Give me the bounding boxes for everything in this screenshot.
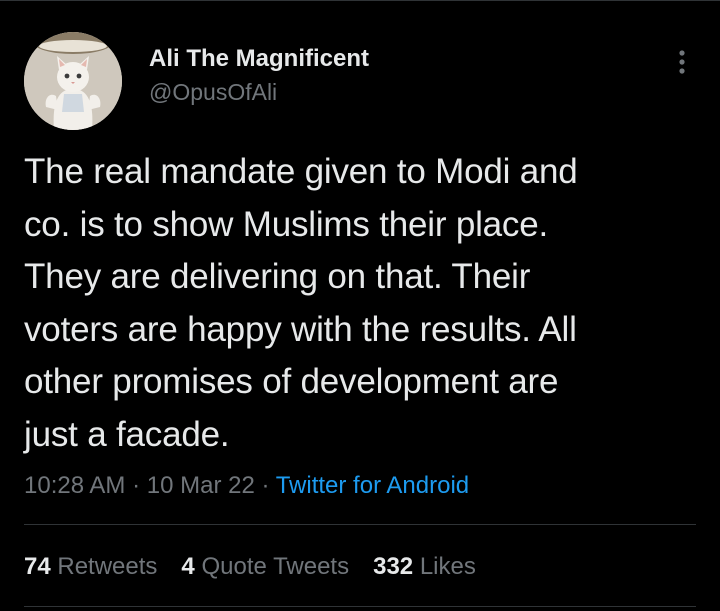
tweet-text-line: other promises of development are [24, 362, 559, 401]
quote-tweets-label: Quote Tweets [201, 553, 350, 580]
author-handle[interactable]: @OpusOfAli [149, 77, 369, 107]
more-dots-icon [679, 50, 685, 74]
retweets-stat[interactable]: 74 Retweets [24, 551, 157, 583]
likes-label: Likes [419, 553, 476, 580]
more-options-button[interactable] [664, 44, 700, 80]
meta-divider [24, 524, 696, 525]
tweet-text-line: just a facade. [24, 414, 230, 454]
quote-tweets-stat[interactable]: 4 Quote Tweets [181, 551, 349, 583]
likes-count: 332 [373, 553, 414, 580]
tweet-text-line: The real mandate given to Modi and [24, 152, 578, 191]
tweet-stats: 74 Retweets 4 Quote Tweets 332 Likes [24, 551, 500, 583]
quote-tweets-count: 4 [181, 553, 195, 580]
tweet-date[interactable]: 10 Mar 22 [147, 472, 255, 499]
tweet-text-line: They are delivering on that. Their [24, 257, 531, 296]
avatar[interactable] [24, 32, 122, 130]
tweet-text-line: co. is to show Muslims their place. [24, 204, 549, 244]
meta-separator: · [125, 472, 147, 499]
meta-separator: · [254, 472, 276, 499]
likes-stat[interactable]: 332 Likes [373, 551, 476, 583]
tweet-text: The real mandate given to Modi and co. i… [24, 146, 704, 461]
stats-divider [24, 606, 696, 607]
tweet-meta: 10:28 AM · 10 Mar 22 · Twitter for Andro… [24, 470, 469, 502]
tweet-time[interactable]: 10:28 AM [24, 472, 125, 499]
author-display-name[interactable]: Ali The Magnificent [149, 44, 369, 74]
tweet-text-line: voters are happy with the results. All [24, 309, 577, 349]
top-divider [0, 0, 720, 1]
tweet-source-link[interactable]: Twitter for Android [276, 472, 469, 499]
tweet-author: Ali The Magnificent @OpusOfAli [149, 44, 369, 107]
retweets-label: Retweets [57, 553, 158, 580]
retweets-count: 74 [24, 553, 51, 580]
cat-avatar-icon [24, 32, 122, 130]
